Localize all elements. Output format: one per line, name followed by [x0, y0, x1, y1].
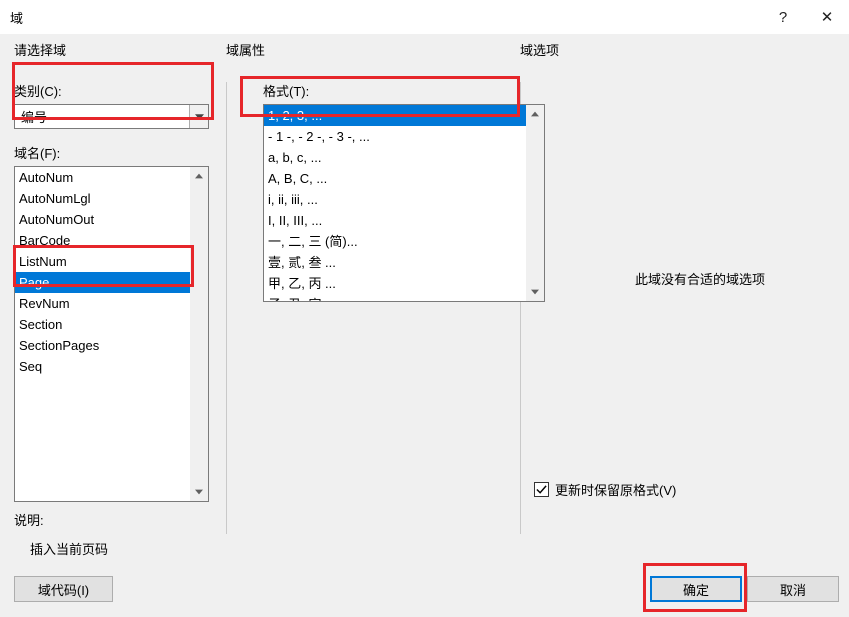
- divider-1: [226, 82, 227, 534]
- description-label: 说明:: [14, 510, 44, 529]
- scrollbar[interactable]: [190, 167, 208, 501]
- list-item[interactable]: a, b, c, ...: [264, 147, 526, 168]
- list-item[interactable]: 子, 丑, 寅 ...: [264, 294, 526, 301]
- button-bar: 域代码(I) 确定 取消: [0, 561, 849, 617]
- scroll-track[interactable]: [526, 123, 544, 283]
- list-item[interactable]: Section: [15, 314, 190, 335]
- fieldname-label: 域名(F):: [14, 143, 209, 162]
- scrollbar[interactable]: [526, 105, 544, 301]
- preserve-format-checkbox[interactable]: 更新时保留原格式(V): [534, 480, 676, 499]
- category-combo[interactable]: 编号: [14, 104, 209, 129]
- dialog-title: 域: [10, 8, 761, 27]
- list-item[interactable]: 一, 二, 三 (简)...: [264, 231, 526, 252]
- ok-button[interactable]: 确定: [650, 576, 742, 602]
- list-item[interactable]: Seq: [15, 356, 190, 377]
- fieldname-listbox[interactable]: AutoNumAutoNumLglAutoNumOutBarCodeListNu…: [14, 166, 209, 502]
- cancel-button[interactable]: 取消: [747, 576, 839, 602]
- format-listbox[interactable]: 1, 2, 3, ...- 1 -, - 2 -, - 3 -, ...a, b…: [263, 104, 545, 302]
- no-options-text: 此域没有合适的域选项: [565, 219, 835, 288]
- field-codes-button[interactable]: 域代码(I): [14, 576, 113, 602]
- select-field-header: 请选择域: [14, 40, 226, 59]
- scroll-up-icon[interactable]: [190, 167, 208, 185]
- category-label: 类别(C):: [14, 81, 209, 100]
- list-item[interactable]: 壹, 贰, 叁 ...: [264, 252, 526, 273]
- list-item[interactable]: RevNum: [15, 293, 190, 314]
- list-item[interactable]: - 1 -, - 2 -, - 3 -, ...: [264, 126, 526, 147]
- list-item[interactable]: i, ii, iii, ...: [264, 189, 526, 210]
- description-text: 插入当前页码: [30, 539, 108, 558]
- scroll-down-icon[interactable]: [190, 483, 208, 501]
- list-item[interactable]: 1, 2, 3, ...: [264, 105, 526, 126]
- list-item[interactable]: I, II, III, ...: [264, 210, 526, 231]
- list-item[interactable]: AutoNumOut: [15, 209, 190, 230]
- properties-header: 域属性: [226, 40, 520, 59]
- list-item[interactable]: BarCode: [15, 230, 190, 251]
- scroll-up-icon[interactable]: [526, 105, 544, 123]
- list-item[interactable]: AutoNum: [15, 167, 190, 188]
- titlebar: 域 ? ✕: [0, 0, 849, 34]
- preserve-format-label: 更新时保留原格式(V): [555, 480, 676, 499]
- help-button[interactable]: ?: [761, 0, 805, 34]
- category-value: 编号: [15, 107, 189, 126]
- list-item[interactable]: 甲, 乙, 丙 ...: [264, 273, 526, 294]
- list-item[interactable]: AutoNumLgl: [15, 188, 190, 209]
- format-label: 格式(T):: [263, 81, 545, 100]
- options-header: 域选项: [520, 40, 559, 59]
- list-item[interactable]: A, B, C, ...: [264, 168, 526, 189]
- chevron-down-icon[interactable]: [189, 105, 208, 128]
- checkbox-icon: [534, 482, 549, 497]
- list-item[interactable]: Page: [15, 272, 190, 293]
- list-item[interactable]: ListNum: [15, 251, 190, 272]
- close-button[interactable]: ✕: [805, 0, 849, 34]
- scroll-track[interactable]: [190, 185, 208, 483]
- list-item[interactable]: SectionPages: [15, 335, 190, 356]
- scroll-down-icon[interactable]: [526, 283, 544, 301]
